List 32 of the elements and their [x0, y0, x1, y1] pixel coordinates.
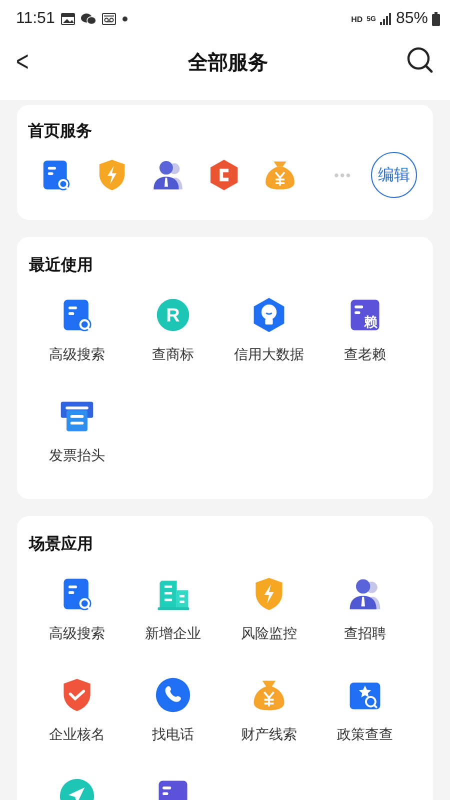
service-item[interactable]: 新增企业: [125, 575, 221, 661]
search-icon: [406, 46, 434, 74]
battery-icon: [432, 12, 440, 26]
service-item[interactable]: 找电话: [125, 676, 221, 762]
letter-circle-icon: R: [154, 296, 192, 334]
service-item[interactable]: 高级搜索: [29, 575, 125, 661]
edit-button[interactable]: 编辑: [371, 152, 417, 198]
section-title: 首页服务: [28, 122, 93, 142]
service-item[interactable]: 高级搜索: [29, 296, 125, 382]
clock: 11:51: [16, 10, 55, 28]
signal-icon: [380, 13, 392, 25]
section-title: 场景应用: [29, 534, 94, 555]
network-label: HD: [351, 14, 363, 24]
service-item[interactable]: 发票抬头: [29, 397, 125, 483]
chat-icon: [80, 13, 96, 25]
service-item[interactable]: 赖 查老赖: [317, 296, 413, 382]
battery-percent: 85%: [396, 10, 428, 28]
section-title: 最近使用: [29, 255, 94, 276]
phone-icon: [154, 676, 192, 714]
service-item[interactable]: 企业核名: [29, 676, 125, 762]
service-item[interactable]: 财产线索: [221, 676, 317, 762]
service-item[interactable]: 信用大数据: [221, 296, 317, 382]
notification-dot-icon: [122, 16, 128, 22]
back-button[interactable]: <: [16, 45, 50, 79]
service-item[interactable]: 风险监控: [221, 575, 317, 661]
gallery-icon: [60, 13, 75, 25]
service-item[interactable]: R 查商标: [125, 296, 221, 382]
voicemail-icon: [102, 13, 116, 25]
service-item[interactable]: 政策查查: [317, 676, 413, 762]
page-title: 全部服务: [186, 50, 269, 76]
more-dots: •••: [334, 167, 352, 183]
service-item[interactable]: 查招聘: [317, 575, 413, 661]
